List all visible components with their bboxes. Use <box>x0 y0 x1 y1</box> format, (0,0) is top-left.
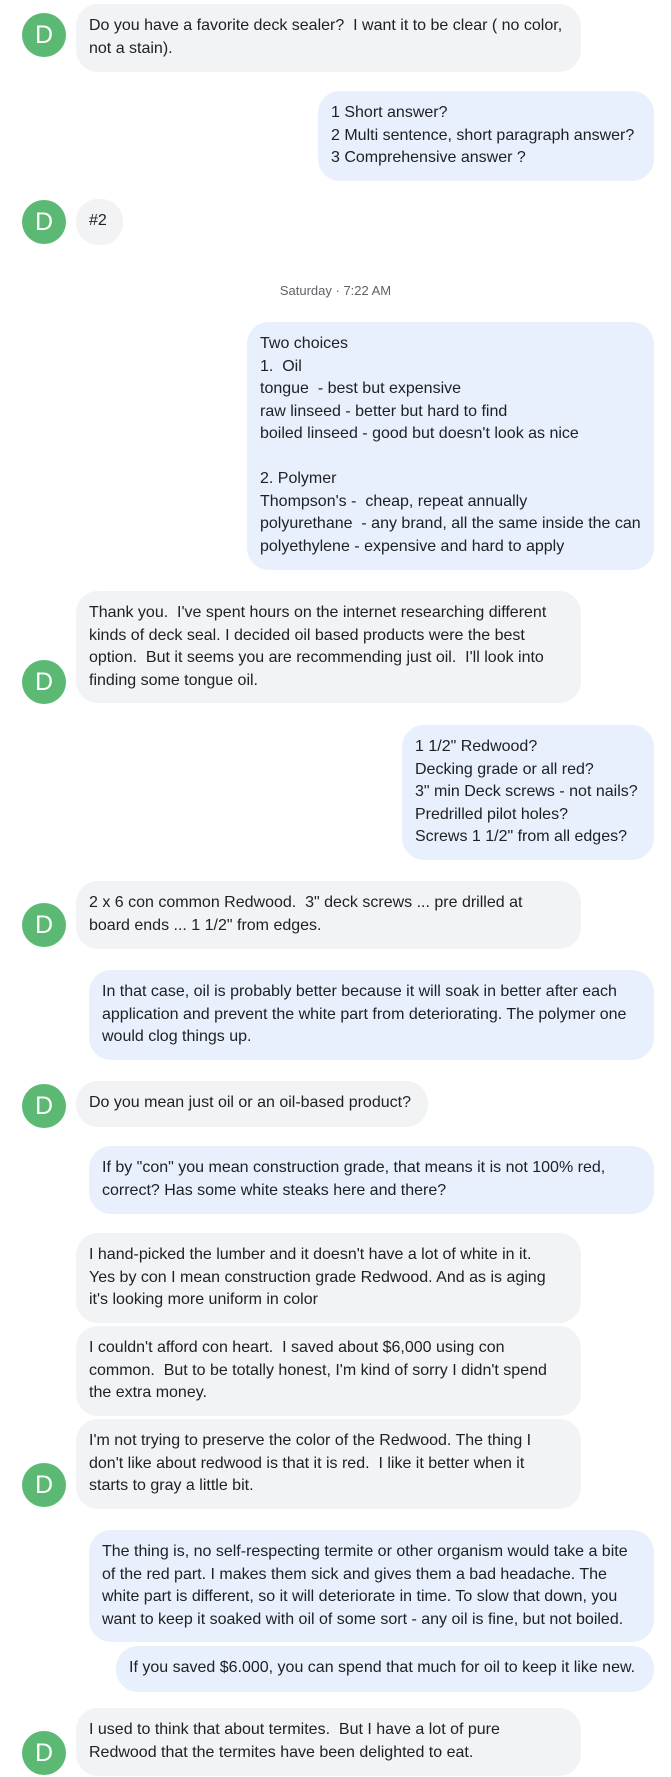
message-text: I used to think that about termites. But… <box>89 1719 568 1764</box>
outgoing-message-bubble[interactable]: If you saved $6.000, you can spend that … <box>116 1646 654 1692</box>
message-text: The thing is, no self-respecting termite… <box>102 1541 641 1631</box>
incoming-message-bubble[interactable]: I hand-picked the lumber and it doesn't … <box>76 1233 581 1323</box>
message-line: 1. Oil <box>260 357 302 375</box>
outgoing-message-bubble[interactable]: 1 1/2" Redwood? Decking grade or all red?… <box>402 725 654 860</box>
message-line: polyurethane - any brand, all the same i… <box>260 515 641 532</box>
message-line: Yes by con I mean construction grade Red… <box>89 1268 546 1286</box>
message-line: option. But it seems you are recommendin… <box>89 649 544 666</box>
message-line: raw linseed - better but hard to find <box>260 402 508 420</box>
message-line: Two choices <box>260 335 349 352</box>
outgoing-message-bubble[interactable]: Two choices 1. Oil tongue - best but expen… <box>247 322 654 570</box>
message-line: 2 x 6 con common Redwood. 3" deck screws… <box>89 894 523 911</box>
message-line: Decking grade or all red? <box>415 760 594 778</box>
incoming-message-bubble[interactable]: I'm not trying to preserve the color of … <box>76 1419 581 1509</box>
message-line: common. But to be totally honest, I'm ki… <box>89 1361 547 1379</box>
message-line: don't like about redwood is that it is r… <box>89 1454 525 1472</box>
message-line: boiled linseed - good but doesn't look a… <box>260 425 579 442</box>
message-line: Redwood that the termites have been deli… <box>89 1743 474 1761</box>
message-line: 1 1/2" Redwood? <box>415 738 538 755</box>
message-line: finding some tongue oil. <box>89 671 258 689</box>
message-text: If by "con" you mean construction grade,… <box>102 1157 641 1202</box>
message-text: 2 x 6 con common Redwood. 3" deck screws… <box>89 892 568 937</box>
message-line: application and prevent the white part f… <box>102 1005 627 1023</box>
message-line: The thing is, no self-respecting termite… <box>102 1543 628 1560</box>
outgoing-message-bubble[interactable]: In that case, oil is probably better bec… <box>89 970 654 1060</box>
message-line: not a stain). <box>89 39 173 57</box>
message-text: #2 <box>89 210 110 233</box>
timestamp-divider: Saturday · 7:22 AM <box>279 283 392 298</box>
incoming-message-bubble[interactable]: #2 <box>76 199 123 245</box>
message-line: would clog things up. <box>102 1028 252 1045</box>
message-line: of the red part. I makes them sick and g… <box>102 1565 607 1583</box>
message-text: I couldn't afford con heart. I saved abo… <box>89 1337 568 1405</box>
message-line: Thompson's - cheap, repeat annually <box>260 492 528 510</box>
message-line: Predrilled pilot holes? <box>415 805 568 823</box>
message-text: 1 Short answer? 2 Multi sentence, short p… <box>331 102 641 170</box>
message-line: 1 Short answer? <box>331 104 448 121</box>
message-text: Do you have a favorite deck sealer? I wa… <box>89 15 568 60</box>
incoming-message-bubble[interactable]: Do you mean just oil or an oil-based pro… <box>76 1081 428 1127</box>
incoming-message-bubble[interactable]: 2 x 6 con common Redwood. 3" deck screws… <box>76 881 581 949</box>
message-line: I'm not trying to preserve the color of … <box>89 1432 532 1449</box>
message-text: Thank you. I've spent hours on the inter… <box>89 602 568 692</box>
outgoing-message-bubble[interactable]: 1 Short answer? 2 Multi sentence, short p… <box>318 91 654 181</box>
incoming-message-bubble[interactable]: Do you have a favorite deck sealer? I wa… <box>76 4 581 72</box>
contact-avatar[interactable]: D <box>22 13 66 57</box>
message-line: If you saved $6.000, you can spend that … <box>129 1659 636 1676</box>
outgoing-message-bubble[interactable]: If by "con" you mean construction grade,… <box>89 1146 654 1214</box>
message-line: polyethylene - expensive and hard to app… <box>260 537 565 555</box>
message-text: Two choices 1. Oil tongue - best but expen… <box>260 333 641 558</box>
message-line: If by "con" you mean construction grade,… <box>102 1159 606 1176</box>
message-line: correct? Has some white steaks here and … <box>102 1181 447 1199</box>
message-line: white part is different, so it will dete… <box>102 1588 618 1605</box>
message-line: I couldn't afford con heart. I saved abo… <box>89 1339 505 1356</box>
message-line: want to keep it soaked with oil of some … <box>102 1610 624 1628</box>
message-line: starts to gray a little bit. <box>89 1477 254 1494</box>
message-line: Thank you. I've spent hours on the inter… <box>89 604 547 621</box>
contact-avatar[interactable]: D <box>22 1731 66 1775</box>
contact-avatar[interactable]: D <box>22 903 66 947</box>
message-text: I hand-picked the lumber and it doesn't … <box>89 1244 568 1312</box>
message-line: In that case, oil is probably better bec… <box>102 983 617 1000</box>
message-text: 1 1/2" Redwood? Decking grade or all red?… <box>415 736 641 849</box>
outgoing-message-bubble[interactable]: The thing is, no self-respecting termite… <box>89 1530 654 1642</box>
contact-avatar[interactable]: D <box>22 1463 66 1507</box>
incoming-message-bubble[interactable]: I couldn't afford con heart. I saved abo… <box>76 1326 581 1416</box>
message-line: 2. Polymer <box>260 470 337 487</box>
message-line: kinds of deck seal. I decided oil based … <box>89 626 525 644</box>
message-line: #2 <box>89 212 107 229</box>
incoming-message-bubble[interactable]: I used to think that about termites. But… <box>76 1708 581 1776</box>
message-line: 2 Multi sentence, short paragraph answer… <box>331 126 635 144</box>
message-text: In that case, oil is probably better bec… <box>102 981 641 1049</box>
message-text: If you saved $6.000, you can spend that … <box>129 1657 641 1680</box>
incoming-message-bubble[interactable]: Thank you. I've spent hours on the inter… <box>76 591 581 703</box>
message-line: I hand-picked the lumber and it doesn't … <box>89 1246 532 1263</box>
message-text: I'm not trying to preserve the color of … <box>89 1430 568 1498</box>
message-text: Do you mean just oil or an oil-based pro… <box>89 1092 415 1115</box>
message-line: it's looking more uniform in color <box>89 1291 318 1308</box>
conversation-thread: Saturday · 7:22 AM Do you have a favorit… <box>0 0 671 1777</box>
message-line: Screws 1 1/2" from all edges? <box>415 828 627 845</box>
message-line: Do you have a favorite deck sealer? I wa… <box>89 17 563 34</box>
message-line: the extra money. <box>89 1384 207 1401</box>
contact-avatar[interactable]: D <box>22 1084 66 1128</box>
message-line: board ends ... 1 1/2" from edges. <box>89 916 322 934</box>
message-line: 3 Comprehensive answer ? <box>331 149 526 166</box>
contact-avatar[interactable]: D <box>22 200 66 244</box>
message-line: tongue - best but expensive <box>260 380 462 397</box>
message-line: 3" min Deck screws - not nails? <box>415 783 638 800</box>
message-line: I used to think that about termites. But… <box>89 1721 500 1738</box>
message-line: Do you mean just oil or an oil-based pro… <box>89 1094 411 1111</box>
contact-avatar[interactable]: D <box>22 660 66 704</box>
